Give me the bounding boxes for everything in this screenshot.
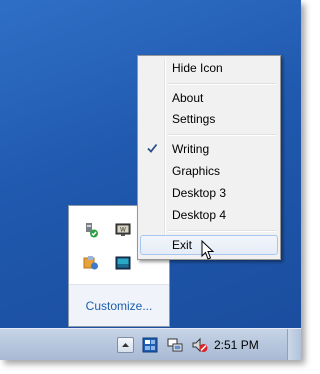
menu-item-desktop-4[interactable]: Desktop 4 bbox=[140, 205, 278, 225]
menu-item-writing[interactable]: Writing bbox=[140, 139, 278, 159]
network-share-icon[interactable] bbox=[83, 255, 99, 271]
menu-item-settings[interactable]: Settings bbox=[140, 109, 278, 129]
mouse-pointer-icon bbox=[201, 240, 215, 260]
chevron-up-icon bbox=[122, 343, 129, 347]
menu-separator bbox=[168, 134, 276, 136]
menu-separator bbox=[168, 230, 276, 232]
network-icon[interactable] bbox=[167, 337, 183, 353]
customize-link[interactable]: Customize... bbox=[69, 284, 169, 326]
show-hidden-icons-button[interactable] bbox=[117, 337, 134, 353]
menu-separator bbox=[168, 83, 276, 85]
volume-muted-icon[interactable] bbox=[192, 337, 208, 353]
system-clock[interactable]: 2:51 PM bbox=[214, 329, 259, 360]
display-icon[interactable] bbox=[115, 255, 131, 271]
show-desktop-button[interactable] bbox=[287, 329, 301, 360]
usb-safely-remove-icon[interactable] bbox=[83, 222, 99, 238]
desktop: W Customize... Hide Icon About Settings … bbox=[0, 0, 301, 360]
svg-text:W: W bbox=[120, 227, 126, 234]
taskbar: 2:51 PM bbox=[0, 328, 301, 360]
menu-item-desktop-3[interactable]: Desktop 3 bbox=[140, 183, 278, 203]
virtual-desktop-icon[interactable] bbox=[142, 337, 158, 353]
menu-item-about[interactable]: About bbox=[140, 88, 278, 108]
tray-context-menu: Hide Icon About Settings Writing Graphic… bbox=[137, 55, 281, 260]
monitor-app-icon[interactable]: W bbox=[115, 222, 131, 238]
menu-item-hide-icon[interactable]: Hide Icon bbox=[140, 58, 278, 78]
menu-item-graphics[interactable]: Graphics bbox=[140, 161, 278, 181]
